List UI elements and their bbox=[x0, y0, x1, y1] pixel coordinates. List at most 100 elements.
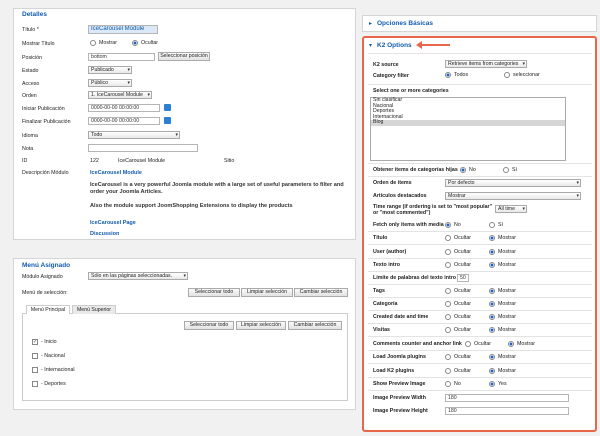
titulo-input[interactable]: IceCarousel Module bbox=[88, 25, 158, 34]
fetch-media-radio-2-label: Sí bbox=[498, 222, 504, 228]
comments-radio-2-label: Mostrar bbox=[517, 341, 535, 347]
child-categories-radio-2-label: Sí bbox=[512, 167, 518, 173]
icecarousel-page-link[interactable]: IceCarousel Page bbox=[90, 220, 136, 226]
cambiar-seleccion-button[interactable]: Cambiar selección bbox=[294, 288, 348, 297]
time-range-label-2: or "most commented") bbox=[373, 210, 431, 216]
created-date-radio-1[interactable] bbox=[445, 314, 451, 320]
descripcion-line2: order your Joomla Articles. bbox=[90, 189, 163, 195]
chevron-down-icon[interactable]: ▾ bbox=[369, 42, 372, 49]
idioma-label: Idioma bbox=[22, 133, 38, 139]
modulo-asignado-select[interactable]: Sólo en las páginas seleccionadas. bbox=[88, 272, 188, 280]
k2-titulo-radio-1[interactable] bbox=[445, 235, 451, 241]
select-categories-label: Select one or more categories bbox=[373, 88, 449, 94]
detalles-title: Detalles bbox=[22, 11, 47, 18]
k2-plugins-radio-1-label: Ocultar bbox=[454, 368, 472, 374]
filter-todos-radio[interactable] bbox=[445, 72, 451, 78]
tab-seleccionar-todo-button[interactable]: Seleccionar todo bbox=[184, 321, 234, 330]
limpiar-seleccion-button[interactable]: Limpiar selección bbox=[241, 288, 293, 297]
k2-plugins-label: Load K2 plugins bbox=[373, 368, 415, 374]
fetch-media-radio-2[interactable] bbox=[489, 222, 495, 228]
child-categories-radio-1-label: No bbox=[469, 167, 476, 173]
menu-item-checkbox[interactable]: ✓ bbox=[32, 339, 38, 345]
k2-titulo-radio-2[interactable] bbox=[489, 235, 495, 241]
k2-plugins-radio-1[interactable] bbox=[445, 368, 451, 374]
chevron-right-icon[interactable]: ▸ bbox=[369, 20, 372, 27]
titulo-label: Título * bbox=[22, 27, 39, 33]
orden-select[interactable]: 1. IceCarousel Module bbox=[88, 91, 152, 99]
menu-item-checkbox[interactable] bbox=[32, 353, 38, 359]
id-value: 122 bbox=[90, 158, 99, 164]
acceso-select[interactable]: Público bbox=[88, 79, 132, 87]
estado-label: Estado bbox=[22, 68, 39, 74]
preview-image-radio-2-label: Yes bbox=[498, 381, 507, 387]
preview-image-radio-1[interactable] bbox=[445, 381, 451, 387]
discussion-link[interactable]: Discussion bbox=[90, 231, 119, 237]
menu-item-checkbox[interactable] bbox=[32, 367, 38, 373]
visitas-radio-2[interactable] bbox=[489, 327, 495, 333]
child-categories-radio-2[interactable] bbox=[503, 167, 509, 173]
comments-radio-1[interactable] bbox=[465, 341, 471, 347]
tab-cambiar-seleccion-button[interactable]: Cambiar selección bbox=[288, 321, 342, 330]
k2-source-select[interactable]: Retrieve items from categories bbox=[445, 60, 527, 68]
child-categories-label: Obtener items de categorías hijas bbox=[373, 167, 458, 173]
child-categories-radio-1[interactable] bbox=[460, 167, 466, 173]
calendar-icon[interactable] bbox=[164, 117, 171, 124]
created-date-radio-2[interactable] bbox=[489, 314, 495, 320]
preview-image-radio-2[interactable] bbox=[489, 381, 495, 387]
texto-intro-radio-1-label: Ocultar bbox=[454, 262, 472, 268]
estado-select[interactable]: Publicado bbox=[88, 66, 132, 74]
user-author-radio-1[interactable] bbox=[445, 249, 451, 255]
filter-seleccionar-radio[interactable] bbox=[504, 72, 510, 78]
preview-height-input[interactable]: 180 bbox=[445, 407, 569, 415]
joomla-plugins-radio-2-label: Mostrar bbox=[498, 354, 516, 360]
ocultar-radio[interactable] bbox=[132, 40, 138, 46]
user-author-radio-2[interactable] bbox=[489, 249, 495, 255]
limite-palabras-input[interactable]: 50 bbox=[457, 274, 469, 282]
iniciar-input[interactable]: 0000-00-00 00:00:00 bbox=[88, 104, 160, 112]
categoria-radio-2[interactable] bbox=[489, 301, 495, 307]
created-date-radio-2-label: Mostrar bbox=[498, 314, 516, 320]
tab-menu-principal-label: Menú Principal bbox=[30, 307, 66, 313]
seleccionar-posicion-button[interactable]: Seleccionar posición bbox=[158, 52, 210, 61]
acceso-label: Acceso bbox=[22, 81, 40, 87]
fetch-media-radio-1[interactable] bbox=[445, 222, 451, 228]
divider bbox=[368, 284, 592, 285]
visitas-label: Visitas bbox=[373, 327, 390, 333]
descripcion-title: IceCarousel Module bbox=[90, 170, 142, 176]
tags-radio-2[interactable] bbox=[489, 288, 495, 294]
menu-item-checkbox[interactable] bbox=[32, 381, 38, 387]
orden-items-select[interactable]: Por defecto bbox=[445, 179, 581, 187]
k2-options-title[interactable]: K2 Options bbox=[377, 42, 412, 49]
tags-radio-2-label: Mostrar bbox=[498, 288, 516, 294]
tab-menu-principal[interactable]: Menú Principal bbox=[26, 305, 70, 314]
calendar-icon[interactable] bbox=[164, 104, 171, 111]
posicion-label: Posición bbox=[22, 55, 43, 61]
joomla-plugins-radio-1[interactable] bbox=[445, 354, 451, 360]
opciones-basicas-title[interactable]: Opciones Básicas bbox=[377, 20, 433, 27]
texto-intro-radio-1[interactable] bbox=[445, 262, 451, 268]
tab-limpiar-seleccion-button[interactable]: Limpiar selección bbox=[236, 321, 286, 330]
nota-input[interactable] bbox=[88, 144, 198, 152]
comments-radio-2[interactable] bbox=[508, 341, 514, 347]
tags-label: Tags bbox=[373, 288, 385, 294]
joomla-plugins-radio-2[interactable] bbox=[489, 354, 495, 360]
tags-radio-1[interactable] bbox=[445, 288, 451, 294]
mostrar-radio[interactable] bbox=[90, 40, 96, 46]
divider bbox=[368, 163, 592, 164]
categoria-label: Categoría bbox=[373, 301, 398, 307]
menu-item-label: - Nacional bbox=[41, 353, 65, 359]
finalizar-input[interactable]: 0000-00-00 00:00:00 bbox=[88, 117, 160, 125]
destacados-select[interactable]: Mostrar bbox=[445, 192, 581, 200]
posicion-input[interactable]: bottom bbox=[88, 53, 155, 61]
tab-menu-superior[interactable]: Menú Superior bbox=[72, 305, 116, 314]
texto-intro-radio-2[interactable] bbox=[489, 262, 495, 268]
seleccionar-todo-button[interactable]: Seleccionar todo bbox=[188, 288, 240, 297]
preview-width-input[interactable]: 180 bbox=[445, 394, 569, 402]
categories-listbox[interactable]: Sin clasificar Nacional Deportes Internacio… bbox=[370, 97, 566, 161]
idioma-select[interactable]: Todo bbox=[88, 131, 180, 139]
time-range-select[interactable]: All time bbox=[495, 205, 527, 213]
category-option[interactable]: Blog bbox=[371, 120, 565, 126]
visitas-radio-1[interactable] bbox=[445, 327, 451, 333]
k2-plugins-radio-2[interactable] bbox=[489, 368, 495, 374]
categoria-radio-1[interactable] bbox=[445, 301, 451, 307]
